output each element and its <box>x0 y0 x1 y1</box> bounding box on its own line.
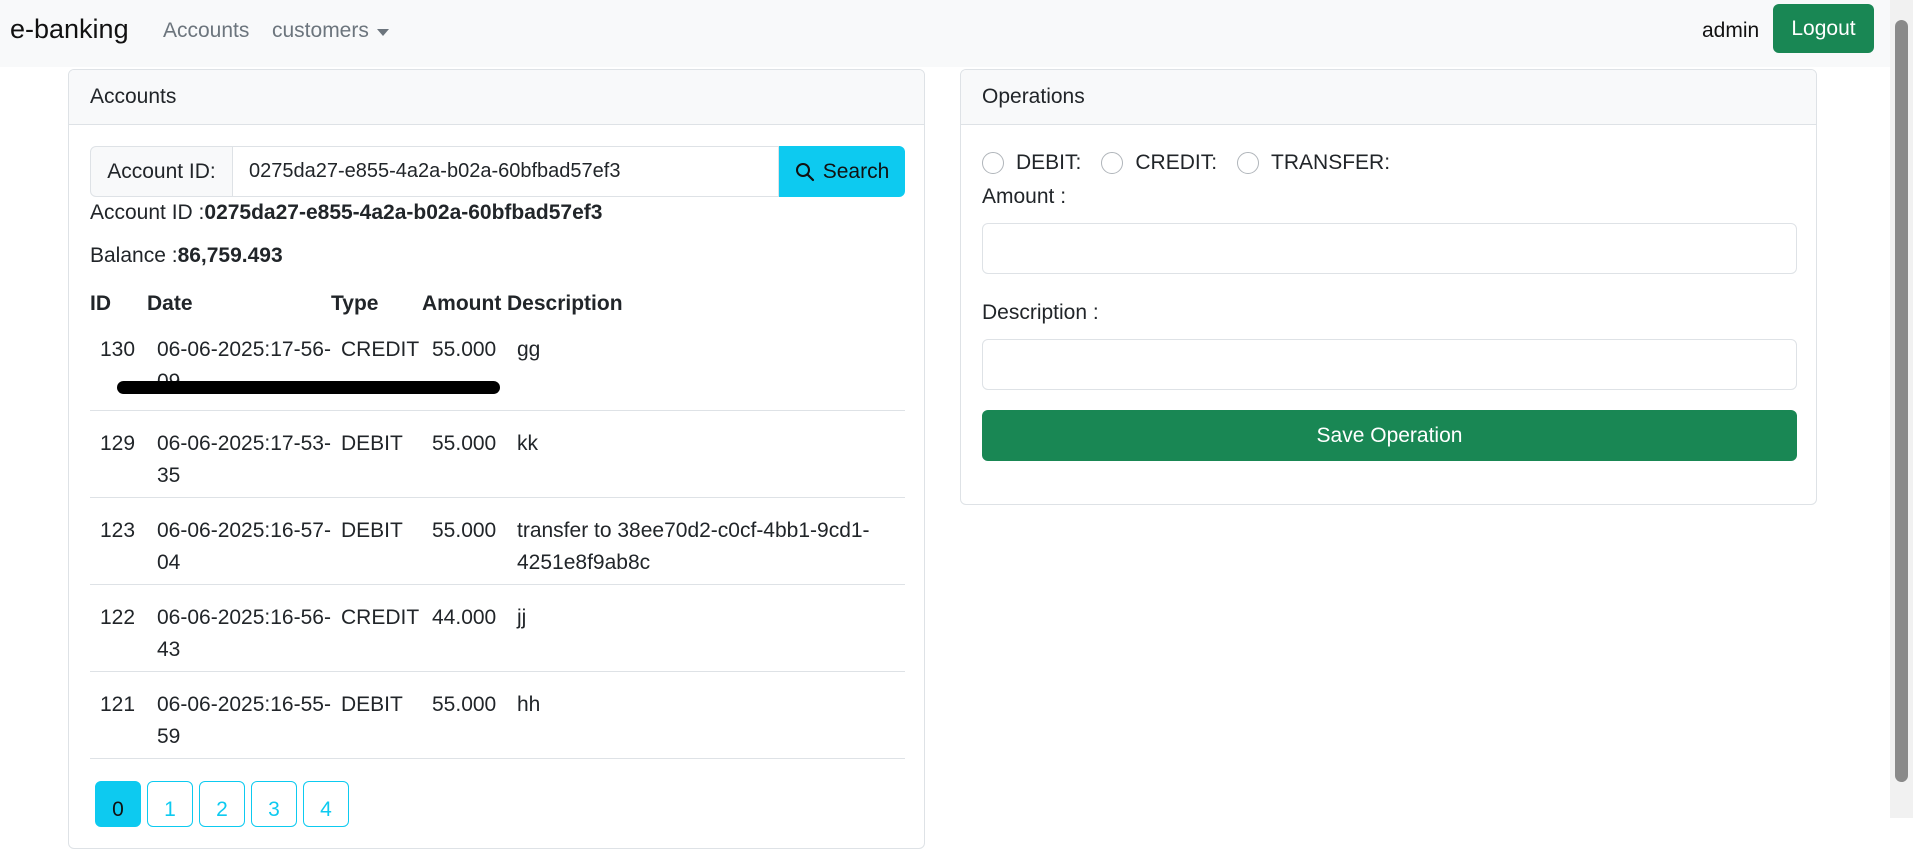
accounts-card-title: Accounts <box>69 70 924 125</box>
header-type: Type <box>331 292 379 315</box>
description-label: Description : <box>982 301 1099 324</box>
table-row: 123 06-06-2025:16-57-04 DEBIT 55.000 tra… <box>90 497 905 585</box>
navbar: e-banking Accounts customers admin Logou… <box>0 0 1890 67</box>
cell-date: 06-06-2025:16-57-04 <box>147 497 331 585</box>
cell-description: transfer to 38ee70d2-c0cf-4bb1-9cd1-4251… <box>507 497 905 585</box>
page-button[interactable]: 3 <box>251 781 297 827</box>
table-row: 121 06-06-2025:16-55-59 DEBIT 55.000 hh <box>90 671 905 759</box>
cell-date: 06-06-2025:16-55-59 <box>147 671 331 759</box>
scrollbar-thumb[interactable] <box>1895 20 1908 782</box>
credit-radio[interactable] <box>1101 152 1124 174</box>
cell-id: 123 <box>90 497 147 585</box>
cell-amount: 55.000 <box>422 671 507 759</box>
cell-amount: 55.000 <box>422 410 507 498</box>
operations-card: Operations DEBIT: CREDIT: TRANSFER: Amou… <box>960 69 1817 505</box>
header-amount: Amount <box>422 292 502 315</box>
cell-description: gg <box>507 324 905 411</box>
debit-radio-label: DEBIT: <box>1016 151 1082 174</box>
accounts-card: Accounts Account ID: Search Account ID :… <box>68 69 925 849</box>
header-description: Description <box>507 292 623 315</box>
chevron-down-icon <box>376 28 389 36</box>
cell-type: DEBIT <box>331 410 422 498</box>
amount-input[interactable] <box>982 223 1797 274</box>
nav-customers-label: customers <box>272 19 369 42</box>
credit-radio-label: CREDIT: <box>1135 151 1218 174</box>
page-button[interactable]: 2 <box>199 781 245 827</box>
cell-amount: 55.000 <box>422 324 507 411</box>
account-id-input[interactable] <box>233 146 779 197</box>
redaction-mark <box>117 381 500 394</box>
debit-radio[interactable] <box>982 152 1004 174</box>
search-icon <box>795 162 814 181</box>
account-id-line: Account ID :0275da27-e855-4a2a-b02a-60bf… <box>90 201 602 225</box>
cell-type: DEBIT <box>331 671 422 759</box>
balance-label: Balance : <box>90 244 178 267</box>
pagination: 0 1 2 3 4 <box>95 781 349 827</box>
username: admin <box>1702 19 1760 42</box>
amount-label: Amount : <box>982 185 1067 208</box>
transfer-radio[interactable] <box>1237 152 1260 174</box>
transfer-radio-label: TRANSFER: <box>1271 151 1391 174</box>
operations-card-title: Operations <box>961 70 1816 125</box>
account-search-group: Account ID: Search <box>90 146 905 197</box>
table-header-row: ID Date Type Amount Description <box>90 284 905 324</box>
nav-customers-dropdown[interactable]: customers <box>272 19 389 43</box>
cell-id: 130 <box>90 324 147 411</box>
search-button-label: Search <box>822 159 890 183</box>
cell-date: 06-06-2025:17-53-35 <box>147 410 331 498</box>
operations-table: ID Date Type Amount Description 130 06-0… <box>90 284 905 759</box>
cell-description: kk <box>507 410 905 498</box>
nav-accounts-link[interactable]: Accounts <box>163 19 249 43</box>
cell-id: 121 <box>90 671 147 759</box>
page-button[interactable]: 4 <box>303 781 349 827</box>
account-id-label: Account ID : <box>90 201 205 224</box>
table-row: 130 06-06-2025:17-56-09 CREDIT 55.000 gg <box>90 324 905 411</box>
cell-description: hh <box>507 671 905 759</box>
description-input[interactable] <box>982 339 1797 390</box>
header-date: Date <box>147 292 193 315</box>
account-id-input-label: Account ID: <box>90 146 233 197</box>
table-row: 129 06-06-2025:17-53-35 DEBIT 55.000 kk <box>90 410 905 498</box>
cell-type: CREDIT <box>331 324 422 411</box>
operation-type-radios: DEBIT: CREDIT: TRANSFER: <box>982 151 1410 175</box>
cell-description: jj <box>507 584 905 672</box>
account-id-value: 0275da27-e855-4a2a-b02a-60bfbad57ef3 <box>204 201 603 224</box>
page-button[interactable]: 1 <box>147 781 193 827</box>
page-button[interactable]: 0 <box>95 781 141 827</box>
cell-date: 06-06-2025:16-56-43 <box>147 584 331 672</box>
page-scrollbar[interactable] <box>1890 0 1913 818</box>
cell-id: 122 <box>90 584 147 672</box>
cell-id: 129 <box>90 410 147 498</box>
cell-type: CREDIT <box>331 584 422 672</box>
cell-type: DEBIT <box>331 497 422 585</box>
save-operation-button[interactable]: Save Operation <box>982 410 1797 461</box>
balance-line: Balance :86,759.493 <box>90 244 283 268</box>
search-button[interactable]: Search <box>779 146 905 197</box>
table-row: 122 06-06-2025:16-56-43 CREDIT 44.000 jj <box>90 584 905 672</box>
balance-value: 86,759.493 <box>177 244 283 267</box>
logout-button[interactable]: Logout <box>1773 4 1874 53</box>
cell-date: 06-06-2025:17-56-09 <box>147 324 331 411</box>
header-id: ID <box>90 292 111 315</box>
cell-amount: 44.000 <box>422 584 507 672</box>
brand[interactable]: e-banking <box>10 14 129 45</box>
cell-amount: 55.000 <box>422 497 507 585</box>
